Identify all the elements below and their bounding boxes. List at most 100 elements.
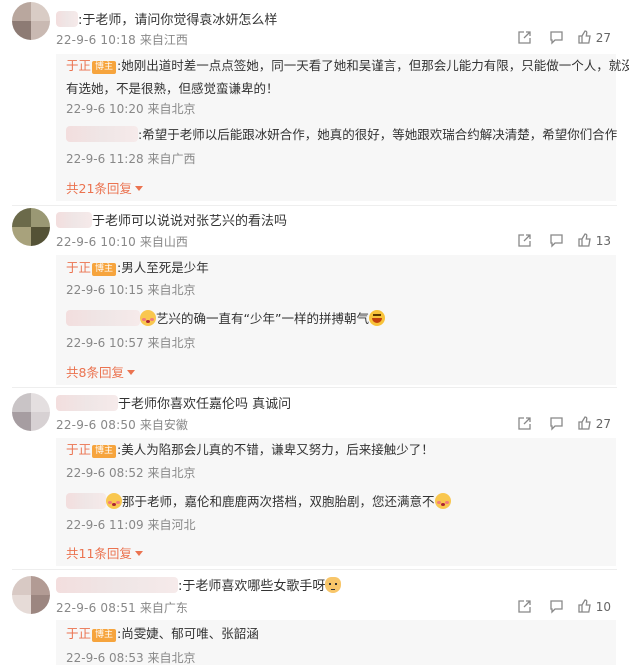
reply-text: 艺兴的确一直有“少年”一样的拼搏朝气	[66, 310, 385, 328]
comment-actions: 27	[509, 416, 611, 431]
comment-location: 来自广东	[139, 601, 188, 615]
reply-author[interactable]: 于正	[66, 58, 91, 73]
like-icon	[578, 599, 591, 613]
comment-text: 于老师可以说说对张艺兴的看法吗	[56, 210, 287, 229]
like-count: 10	[595, 599, 611, 614]
divider	[12, 205, 617, 206]
comment-location: 来自山西	[139, 235, 188, 249]
reply-text: 那于老师，嘉伦和鹿鹿两次搭档，双胞胎剧，您还满意不	[66, 493, 451, 511]
comment-icon[interactable]	[541, 30, 573, 45]
more-replies-link[interactable]: 共21条回复	[66, 178, 143, 197]
avatar[interactable]	[12, 208, 50, 246]
avatar[interactable]	[12, 576, 50, 614]
reply-meta: 22-9-6 10:57 来自北京	[66, 334, 195, 351]
reply-text-continued: 有选她，不是很熟，但感觉蛮谦卑的！	[66, 81, 279, 96]
reply-date: 22-9-6 11:09	[66, 518, 144, 532]
like-button[interactable]: 10	[577, 599, 611, 614]
reply-author[interactable]: 于正	[66, 626, 91, 641]
share-icon[interactable]	[509, 30, 541, 45]
comment-date: 22-9-6 08:51	[56, 601, 136, 615]
reply-text: 于正 博主:男人至死是少年	[66, 260, 209, 276]
reply-location: 来自河北	[147, 518, 196, 532]
like-icon	[578, 30, 591, 44]
username-blurred[interactable]	[66, 493, 106, 509]
like-button[interactable]: 13	[577, 233, 611, 248]
like-icon	[578, 416, 591, 430]
avatar[interactable]	[12, 2, 50, 40]
reply-location: 来自北京	[147, 102, 196, 116]
comment-meta: 22-9-6 10:10 来自山西	[56, 233, 188, 250]
reply-author[interactable]: 于正	[66, 260, 91, 275]
comment-icon[interactable]	[541, 599, 573, 614]
reply-location: 来自北京	[147, 651, 196, 665]
like-button[interactable]: 27	[577, 416, 611, 431]
reply-meta: 22-9-6 11:28 来自广西	[66, 150, 195, 167]
username-blurred[interactable]	[56, 395, 118, 411]
comment-actions: 27	[509, 30, 611, 45]
username-blurred[interactable]	[66, 310, 140, 326]
reply-date: 22-9-6 10:57	[66, 336, 144, 350]
comment-actions: 13	[509, 233, 611, 248]
reply-date: 22-9-6 11:28	[66, 152, 144, 166]
comment-meta: 22-9-6 10:18 来自江西	[56, 31, 188, 48]
caret-down-icon	[134, 551, 143, 556]
comment-text: 于老师你喜欢任嘉伦吗 真诚问	[56, 393, 291, 412]
username-blurred[interactable]	[56, 577, 178, 593]
reply-text: 于正 博主:美人为陷那会儿真的不错，谦卑又努力，后来接触少了！	[66, 442, 434, 458]
comment-date: 22-9-6 08:50	[56, 418, 136, 432]
reply-date: 22-9-6 10:15	[66, 283, 144, 297]
laugh-emoji-icon	[368, 310, 385, 326]
more-replies-link[interactable]: 共8条回复	[66, 362, 135, 381]
reply-location: 来自北京	[147, 466, 196, 480]
username-blurred[interactable]	[56, 212, 92, 228]
comment-actions: 10	[509, 599, 611, 614]
username-blurred[interactable]	[66, 126, 138, 142]
share-icon[interactable]	[509, 233, 541, 248]
share-icon[interactable]	[509, 416, 541, 431]
blush-emoji-icon	[106, 493, 122, 509]
reply-section: 于正 博主:男人至死是少年 22-9-6 10:15 来自北京 艺兴的确一直有“少…	[56, 255, 616, 385]
share-icon[interactable]	[509, 599, 541, 614]
comment-location: 来自江西	[139, 33, 188, 47]
comment-meta: 22-9-6 08:51 来自广东	[56, 599, 188, 616]
reply-section: 于正 博主:尚雯婕、郁可唯、张韶涵 22-9-6 08:53 来自北京	[56, 620, 616, 665]
reply-meta: 22-9-6 08:52 来自北京	[66, 464, 195, 481]
reply-location: 来自广西	[147, 152, 196, 166]
reply-meta: 22-9-6 11:09 来自河北	[66, 516, 195, 533]
reply-location: 来自北京	[147, 336, 196, 350]
comment-text: :于老师，请问你觉得袁冰妍怎么样	[56, 9, 277, 28]
caret-down-icon	[126, 370, 135, 375]
comment-icon[interactable]	[541, 416, 573, 431]
comment-icon[interactable]	[541, 233, 573, 248]
reply-author[interactable]: 于正	[66, 442, 91, 457]
like-count: 13	[595, 233, 611, 248]
reply-date: 22-9-6 08:53	[66, 651, 144, 665]
username-blurred[interactable]	[56, 11, 78, 27]
blogger-badge: 博主	[92, 445, 117, 458]
reply-meta: 22-9-6 10:20 来自北京	[66, 100, 195, 117]
divider	[12, 387, 617, 388]
blogger-badge: 博主	[92, 61, 117, 74]
reply-date: 22-9-6 08:52	[66, 466, 144, 480]
like-icon	[578, 233, 591, 247]
reply-meta: 22-9-6 08:53 来自北京	[66, 649, 195, 665]
like-count: 27	[595, 416, 611, 431]
reply-section: 于正 博主:她刚出道时差一点点签她，同一天看了她和吴谨言，但那会儿能力有限，只能做…	[56, 54, 629, 201]
reply-text: :希望于老师以后能跟冰妍合作，她真的很好，等她跟欢瑞合约解决清楚，希望你们合作	[66, 126, 617, 144]
comment-date: 22-9-6 10:10	[56, 235, 136, 249]
blush-emoji-icon	[140, 310, 156, 326]
like-button[interactable]: 27	[577, 30, 611, 45]
reply-text: 于正 博主:她刚出道时差一点点签她，同一天看了她和吴谨言，但那会儿能力有限，只能做…	[66, 58, 629, 74]
caret-down-icon	[134, 186, 143, 191]
reply-text: 于正 博主:尚雯婕、郁可唯、张韶涵	[66, 626, 259, 642]
reply-section: 于正 博主:美人为陷那会儿真的不错，谦卑又努力，后来接触少了！ 22-9-6 08…	[56, 438, 616, 566]
shy-emoji-icon	[434, 493, 451, 509]
more-replies-link[interactable]: 共11条回复	[66, 543, 143, 562]
cat-emoji-icon	[325, 577, 342, 593]
comment-meta: 22-9-6 08:50 来自安徽	[56, 416, 188, 433]
blogger-badge: 博主	[92, 629, 117, 642]
like-count: 27	[595, 30, 611, 45]
avatar[interactable]	[12, 393, 50, 431]
comment-location: 来自安徽	[139, 418, 188, 432]
blogger-badge: 博主	[92, 263, 117, 276]
